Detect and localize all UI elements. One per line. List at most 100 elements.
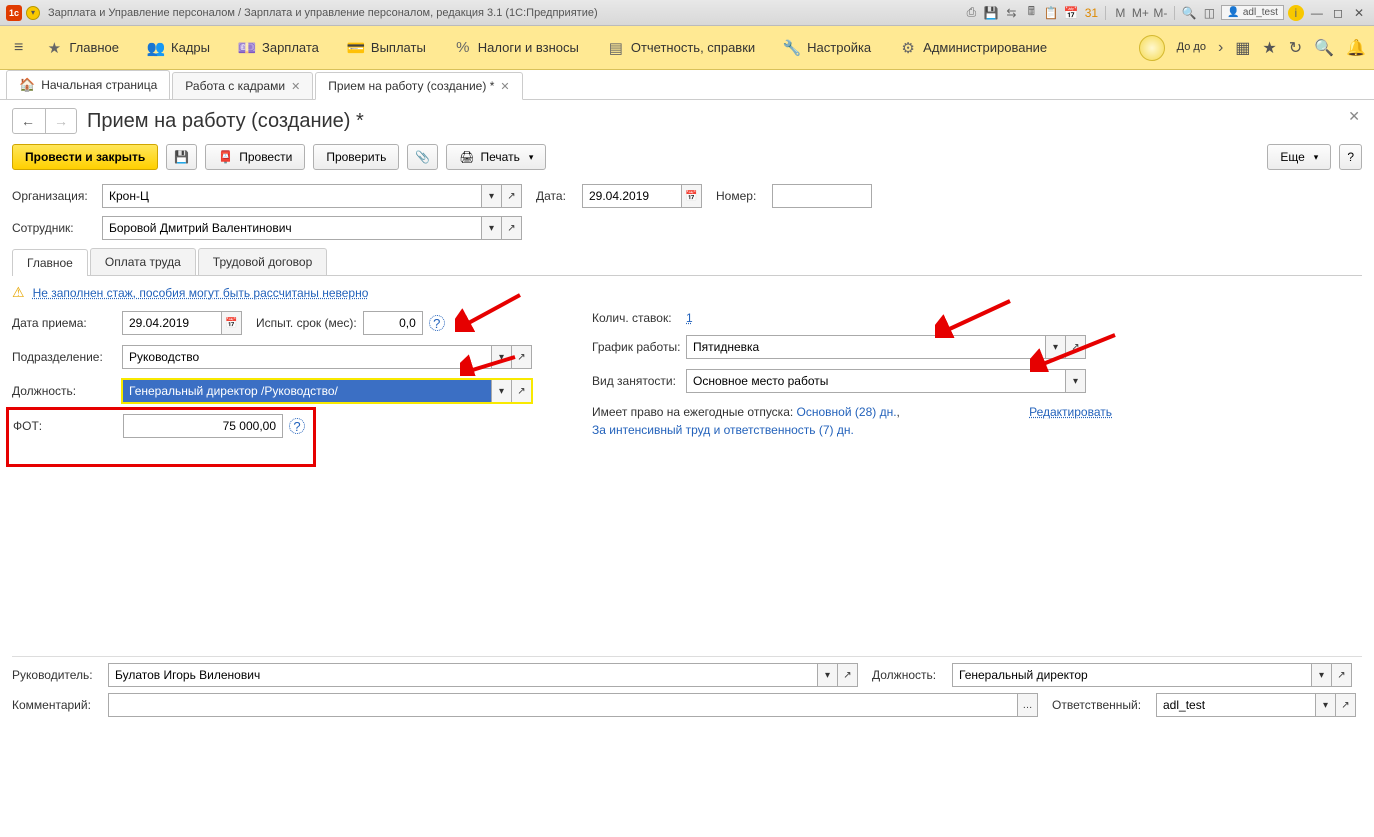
nav-staff[interactable]: 👥Кадры xyxy=(135,33,222,63)
fot-input[interactable] xyxy=(123,414,283,438)
titlebar: 1c ▾ Зарплата и Управление персоналом / … xyxy=(0,0,1374,26)
ellipsis-button[interactable]: … xyxy=(1018,693,1038,717)
help-button[interactable]: ? xyxy=(1339,144,1362,170)
calendar-button[interactable]: 📅 xyxy=(682,184,702,208)
printer-icon: 🖨 xyxy=(459,150,474,164)
subtab-main[interactable]: Главное xyxy=(12,249,88,276)
apps-icon[interactable]: ▦ xyxy=(1235,38,1250,58)
titlebar-dropdown-icon[interactable]: ▾ xyxy=(26,6,40,20)
dropdown-button[interactable]: ▾ xyxy=(492,345,512,369)
tab-hire-create[interactable]: Прием на работу (создание) *✕ xyxy=(315,72,522,100)
employee-input[interactable] xyxy=(102,216,482,240)
chevron-down-icon: ▾ xyxy=(1314,152,1319,163)
dept-input[interactable] xyxy=(122,345,492,369)
vacation-edit-link[interactable]: Редактировать xyxy=(1029,403,1112,421)
responsible-input[interactable] xyxy=(1156,693,1316,717)
close-icon[interactable]: ✕ xyxy=(291,80,300,93)
open-button[interactable]: ↗ xyxy=(512,345,532,369)
employment-label: Вид занятости: xyxy=(592,374,686,388)
open-button[interactable]: ↗ xyxy=(502,184,522,208)
dropdown-button[interactable]: ▾ xyxy=(1312,663,1332,687)
calendar-button[interactable]: 📅 xyxy=(222,311,242,335)
dropdown-button[interactable]: ▾ xyxy=(482,216,502,240)
org-input[interactable] xyxy=(102,184,482,208)
comment-input[interactable] xyxy=(108,693,1018,717)
number-input[interactable] xyxy=(772,184,872,208)
attach-button[interactable]: 📎 xyxy=(407,144,438,170)
warning-link[interactable]: Не заполнен стаж, пособия могут быть рас… xyxy=(33,286,369,300)
tab-home[interactable]: 🏠Начальная страница xyxy=(6,70,170,99)
memory-m-icon[interactable]: M xyxy=(1112,5,1128,21)
dropdown-button[interactable]: ▾ xyxy=(1316,693,1336,717)
subtab-contract[interactable]: Трудовой договор xyxy=(198,248,327,275)
dropdown-button[interactable]: ▾ xyxy=(482,184,502,208)
dropdown-button[interactable]: ▾ xyxy=(1066,369,1086,393)
nav-salary[interactable]: 💷Зарплата xyxy=(226,33,331,63)
titlebar-copy-icon[interactable]: 📋 xyxy=(1043,5,1059,21)
memory-mminus-icon[interactable]: M- xyxy=(1152,5,1168,21)
subtab-payment[interactable]: Оплата труда xyxy=(90,248,196,275)
back-button[interactable]: ← xyxy=(13,109,43,133)
close-icon[interactable]: ✕ xyxy=(500,80,509,93)
hire-date-input[interactable] xyxy=(122,311,222,335)
restore-button[interactable]: ◻ xyxy=(1329,6,1347,20)
titlebar-user[interactable]: 👤adl_test xyxy=(1221,5,1283,20)
minimize-button[interactable]: — xyxy=(1308,6,1326,20)
employment-input[interactable] xyxy=(686,369,1066,393)
open-button[interactable]: ↗ xyxy=(838,663,858,687)
windows-icon[interactable]: ◫ xyxy=(1201,5,1217,21)
menu-icon[interactable]: ≡ xyxy=(8,35,29,61)
chevron-right-icon[interactable]: › xyxy=(1218,39,1223,57)
titlebar-compare-icon[interactable]: ⇆ xyxy=(1003,5,1019,21)
coin-icon[interactable] xyxy=(1139,35,1165,61)
zoom-icon[interactable]: 🔍 xyxy=(1181,5,1197,21)
dropdown-button[interactable]: ▾ xyxy=(818,663,838,687)
titlebar-schedule-icon[interactable]: 31 xyxy=(1083,5,1099,21)
position-input[interactable] xyxy=(122,379,492,403)
history-icon[interactable]: ↻ xyxy=(1289,38,1302,58)
probation-input[interactable] xyxy=(363,311,423,335)
titlebar-save-icon[interactable]: 💾 xyxy=(983,5,999,21)
info-icon[interactable]: i xyxy=(1288,5,1304,21)
more-button[interactable]: Еще▾ xyxy=(1267,144,1331,170)
dropdown-button[interactable]: ▾ xyxy=(1046,335,1066,359)
commit-button[interactable]: 📮Провести xyxy=(205,144,305,170)
titlebar-print-icon[interactable]: ⎙ xyxy=(963,5,979,21)
nav-taxes[interactable]: %Налоги и взносы xyxy=(442,33,591,63)
open-button[interactable]: ↗ xyxy=(1066,335,1086,359)
close-window-button[interactable]: ✕ xyxy=(1350,6,1368,20)
manager-pos-input[interactable] xyxy=(952,663,1312,687)
search-icon[interactable]: 🔍 xyxy=(1314,38,1334,58)
open-button[interactable]: ↗ xyxy=(1332,663,1352,687)
date-input[interactable] xyxy=(582,184,682,208)
forward-button[interactable]: → xyxy=(45,109,76,133)
position-label: Должность: xyxy=(12,384,122,398)
print-button[interactable]: 🖨Печать▾ xyxy=(446,144,546,170)
open-button[interactable]: ↗ xyxy=(1336,693,1356,717)
commit-close-button[interactable]: Провести и закрыть xyxy=(12,144,158,170)
titlebar-calendar-icon[interactable]: 📅 xyxy=(1063,5,1079,21)
nav-payments[interactable]: 💳Выплаты xyxy=(335,33,438,63)
manager-input[interactable] xyxy=(108,663,818,687)
schedule-input[interactable] xyxy=(686,335,1046,359)
nav-admin[interactable]: ⚙Администрирование xyxy=(887,33,1059,63)
nav-main[interactable]: ★Главное xyxy=(33,33,131,63)
vacation-extra: За интенсивный труд и ответственность (7… xyxy=(592,423,854,437)
help-icon[interactable]: ? xyxy=(429,315,445,331)
tab-staff-work[interactable]: Работа с кадрами✕ xyxy=(172,72,313,99)
open-button[interactable]: ↗ xyxy=(512,379,532,403)
memory-mplus-icon[interactable]: M+ xyxy=(1132,5,1148,21)
dropdown-button[interactable]: ▾ xyxy=(492,379,512,403)
bell-icon[interactable]: 🔔 xyxy=(1346,38,1366,58)
close-page-button[interactable]: ✕ xyxy=(1348,108,1360,125)
app-logo-icon: 1c xyxy=(6,5,22,21)
check-button[interactable]: Проверить xyxy=(313,144,399,170)
rates-link[interactable]: 1 xyxy=(686,311,693,325)
nav-reports[interactable]: ▤Отчетность, справки xyxy=(595,33,767,63)
open-button[interactable]: ↗ xyxy=(502,216,522,240)
save-button[interactable]: 💾 xyxy=(166,144,197,170)
nav-settings[interactable]: 🔧Настройка xyxy=(771,33,883,63)
help-icon[interactable]: ? xyxy=(289,418,305,434)
favorite-icon[interactable]: ★ xyxy=(1262,38,1276,58)
titlebar-calc-icon[interactable]: 🖩 xyxy=(1023,5,1039,21)
